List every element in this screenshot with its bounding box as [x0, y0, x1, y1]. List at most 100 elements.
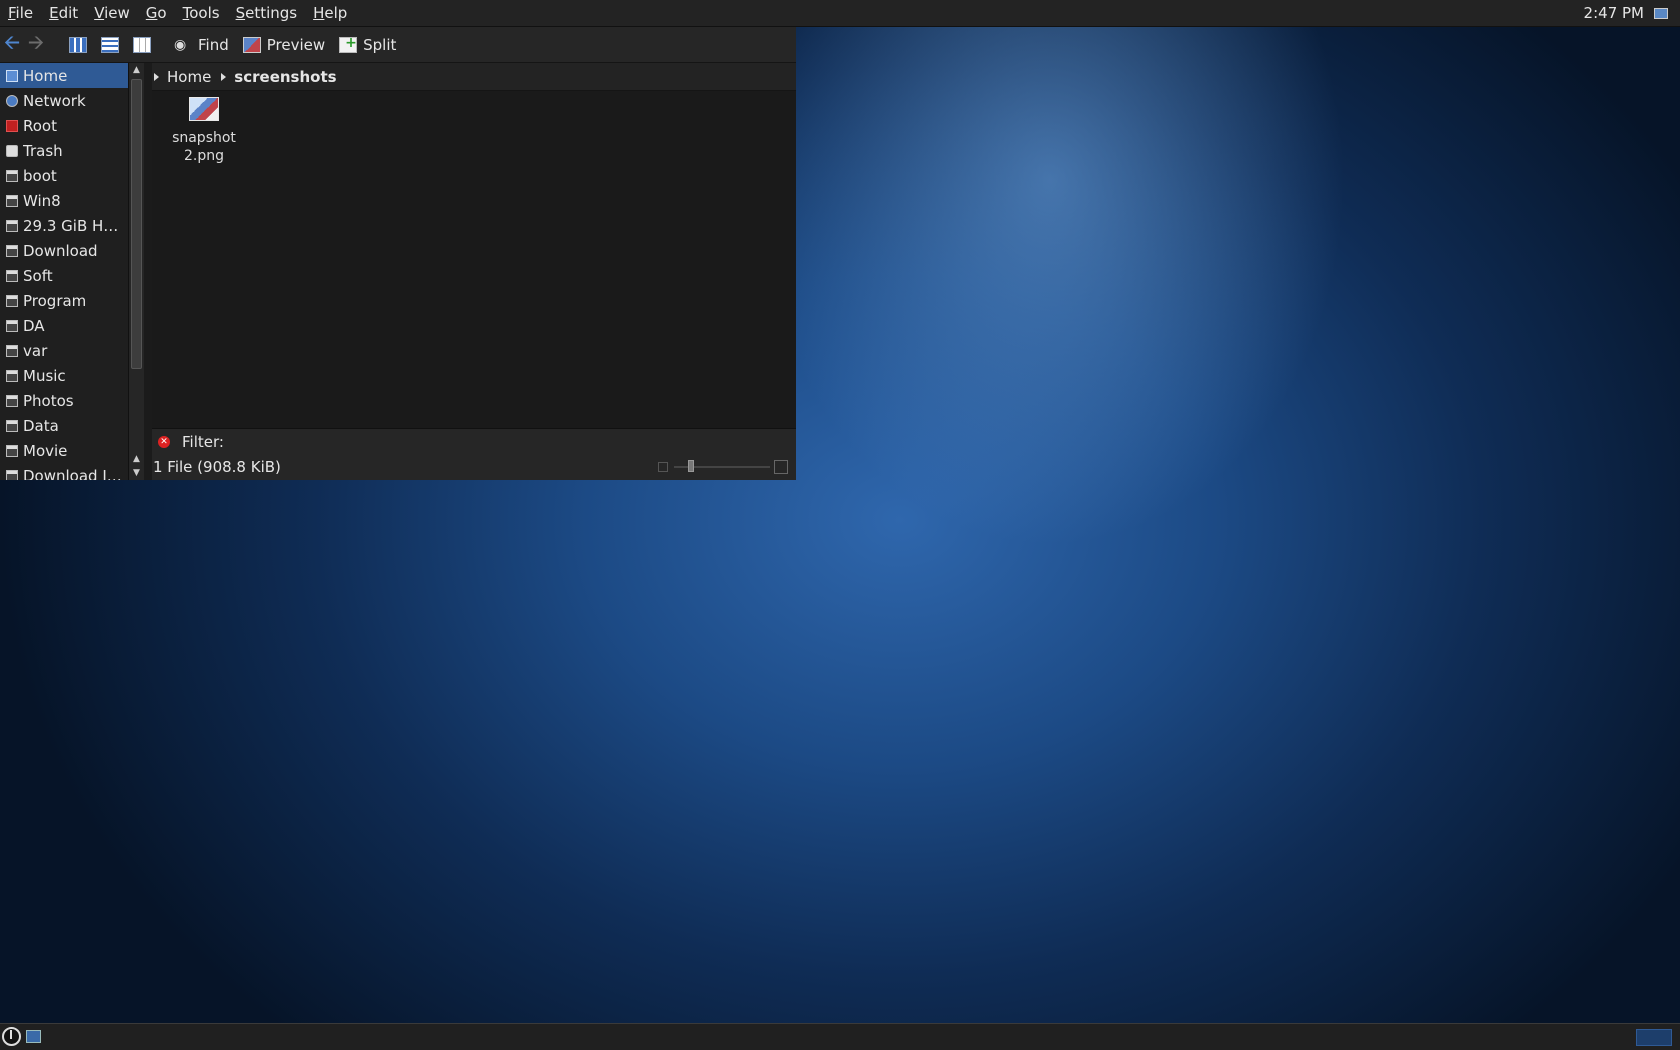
sidebar-item-movie[interactable]: Movie: [0, 438, 128, 463]
root-folder-icon: [6, 119, 18, 132]
sidebar-item-var[interactable]: var: [0, 338, 128, 363]
tray-window-icon[interactable]: [1654, 7, 1668, 19]
back-button[interactable]: 🡨: [0, 30, 24, 60]
filter-input[interactable]: [229, 431, 634, 452]
sidebar-item-label: Trash: [23, 141, 63, 160]
breadcrumb-home[interactable]: Home: [167, 68, 211, 86]
split-label: Split: [363, 35, 397, 54]
drive-icon: [6, 194, 18, 207]
workspace-pager[interactable]: [1636, 1029, 1672, 1046]
filter-label: Filter:: [182, 432, 224, 451]
menu-edit[interactable]: Edit: [41, 0, 86, 27]
drive-icon: [6, 294, 18, 307]
file-view[interactable]: snapshot2.png: [152, 91, 796, 428]
menu-file[interactable]: File: [0, 0, 41, 27]
toolbar: 🡨 🡪 ◉ Find Preview Split: [0, 27, 796, 63]
zoom-handle[interactable]: [688, 460, 694, 472]
sidebar-item-download-i[interactable]: Download I…: [0, 463, 128, 480]
preview-label: Preview: [266, 35, 326, 54]
file-item[interactable]: snapshot2.png: [162, 97, 246, 165]
scroll-up-arrow-icon[interactable]: ▲: [129, 63, 144, 77]
binoculars-icon: ◉: [174, 36, 187, 53]
file-manager-window: 🡨 🡪 ◉ Find Preview Split: [0, 27, 796, 480]
menubar: File Edit View Go Tools Settings Help 2:…: [0, 0, 1680, 27]
filter-bar: ✕ Filter:: [152, 428, 796, 454]
sidebar-item-label: Root: [23, 116, 57, 135]
menu-help[interactable]: Help: [305, 0, 355, 27]
sidebar-item-label: Download: [23, 241, 98, 260]
drive-icon: [6, 169, 18, 182]
sidebar-item-label: 29.3 GiB Har…: [23, 216, 127, 235]
pane-resize-handle[interactable]: [144, 63, 152, 480]
drive-icon: [6, 469, 18, 480]
sidebar-item-hard-disk[interactable]: 29.3 GiB Har…: [0, 213, 128, 238]
status-bar: 1 File (908.8 KiB): [152, 454, 796, 480]
drive-icon: [6, 444, 18, 457]
sidebar-item-photos[interactable]: Photos: [0, 388, 128, 413]
bottom-panel: [0, 1023, 1680, 1050]
status-text: 1 File (908.8 KiB): [153, 458, 281, 476]
detailed-view-button[interactable]: [98, 34, 122, 56]
icon-view-icon: [69, 36, 87, 53]
places-sidebar: Home Network Root Trash boot Win8 29.3 G…: [0, 63, 128, 480]
zoom-slider[interactable]: [658, 458, 788, 476]
sidebar-item-label: boot: [23, 166, 57, 185]
back-arrow-icon: 🡨: [3, 29, 21, 54]
sidebar-item-trash[interactable]: Trash: [0, 138, 128, 163]
zoom-in-icon[interactable]: [774, 460, 788, 474]
sidebar-item-data[interactable]: Data: [0, 413, 128, 438]
sidebar-item-boot[interactable]: boot: [0, 163, 128, 188]
sidebar-item-root[interactable]: Root: [0, 113, 128, 138]
show-desktop-icon[interactable]: [26, 1030, 41, 1043]
clock[interactable]: 2:47 PM: [1584, 4, 1654, 22]
breadcrumb-arrow-icon: [154, 72, 159, 81]
sidebar-item-label: Data: [23, 416, 59, 435]
sidebar-item-home[interactable]: Home: [0, 63, 128, 88]
zoom-out-icon[interactable]: [658, 462, 668, 472]
sidebar-item-program[interactable]: Program: [0, 288, 128, 313]
menu-tools[interactable]: Tools: [175, 0, 228, 27]
sidebar-item-label: Win8: [23, 191, 61, 210]
sidebar-item-label: Music: [23, 366, 66, 385]
trash-icon: [6, 144, 18, 157]
sidebar-item-label: Network: [23, 91, 86, 110]
scrollbar-thumb[interactable]: [131, 79, 142, 369]
scroll-up-small-arrow-icon[interactable]: ▲: [129, 452, 144, 466]
drive-icon: [6, 394, 18, 407]
drive-icon: [6, 219, 18, 232]
forward-button[interactable]: 🡪: [24, 30, 48, 60]
file-name: snapshot2.png: [172, 130, 236, 164]
sidebar-item-da[interactable]: DA: [0, 313, 128, 338]
menu-view[interactable]: View: [86, 0, 138, 27]
breadcrumb-current[interactable]: screenshots: [234, 68, 336, 86]
sidebar-item-network[interactable]: Network: [0, 88, 128, 113]
drive-icon: [6, 319, 18, 332]
forward-arrow-icon: 🡪: [27, 29, 45, 54]
application-menu-icon[interactable]: [2, 1027, 21, 1046]
menu-settings[interactable]: Settings: [228, 0, 306, 27]
sidebar-item-music[interactable]: Music: [0, 363, 128, 388]
clear-filter-icon[interactable]: ✕: [158, 435, 170, 448]
find-button[interactable]: ◉ Find: [168, 30, 237, 60]
breadcrumb: Home screenshots: [152, 63, 796, 91]
sidebar-item-label: Program: [23, 291, 87, 310]
sidebar-item-download[interactable]: Download: [0, 238, 128, 263]
home-folder-icon: [6, 69, 18, 82]
breadcrumb-arrow-icon: [221, 72, 227, 81]
menu-go[interactable]: Go: [138, 0, 175, 27]
drive-icon: [6, 244, 18, 257]
sidebar-scrollbar[interactable]: ▲ ▲ ▼: [128, 63, 144, 480]
sidebar-item-label: Movie: [23, 441, 68, 460]
detailed-view-icon: [101, 36, 119, 53]
sidebar-item-soft[interactable]: Soft: [0, 263, 128, 288]
split-button[interactable]: Split: [333, 30, 404, 60]
sidebar-item-label: var: [23, 341, 48, 360]
column-view-button[interactable]: [130, 34, 154, 56]
preview-icon: [242, 36, 261, 53]
scroll-down-arrow-icon[interactable]: ▼: [129, 466, 144, 480]
preview-button[interactable]: Preview: [237, 30, 333, 60]
icon-view-button[interactable]: [66, 34, 90, 56]
sidebar-item-win8[interactable]: Win8: [0, 188, 128, 213]
sidebar-item-label: Photos: [23, 391, 74, 410]
find-label: Find: [198, 35, 229, 54]
